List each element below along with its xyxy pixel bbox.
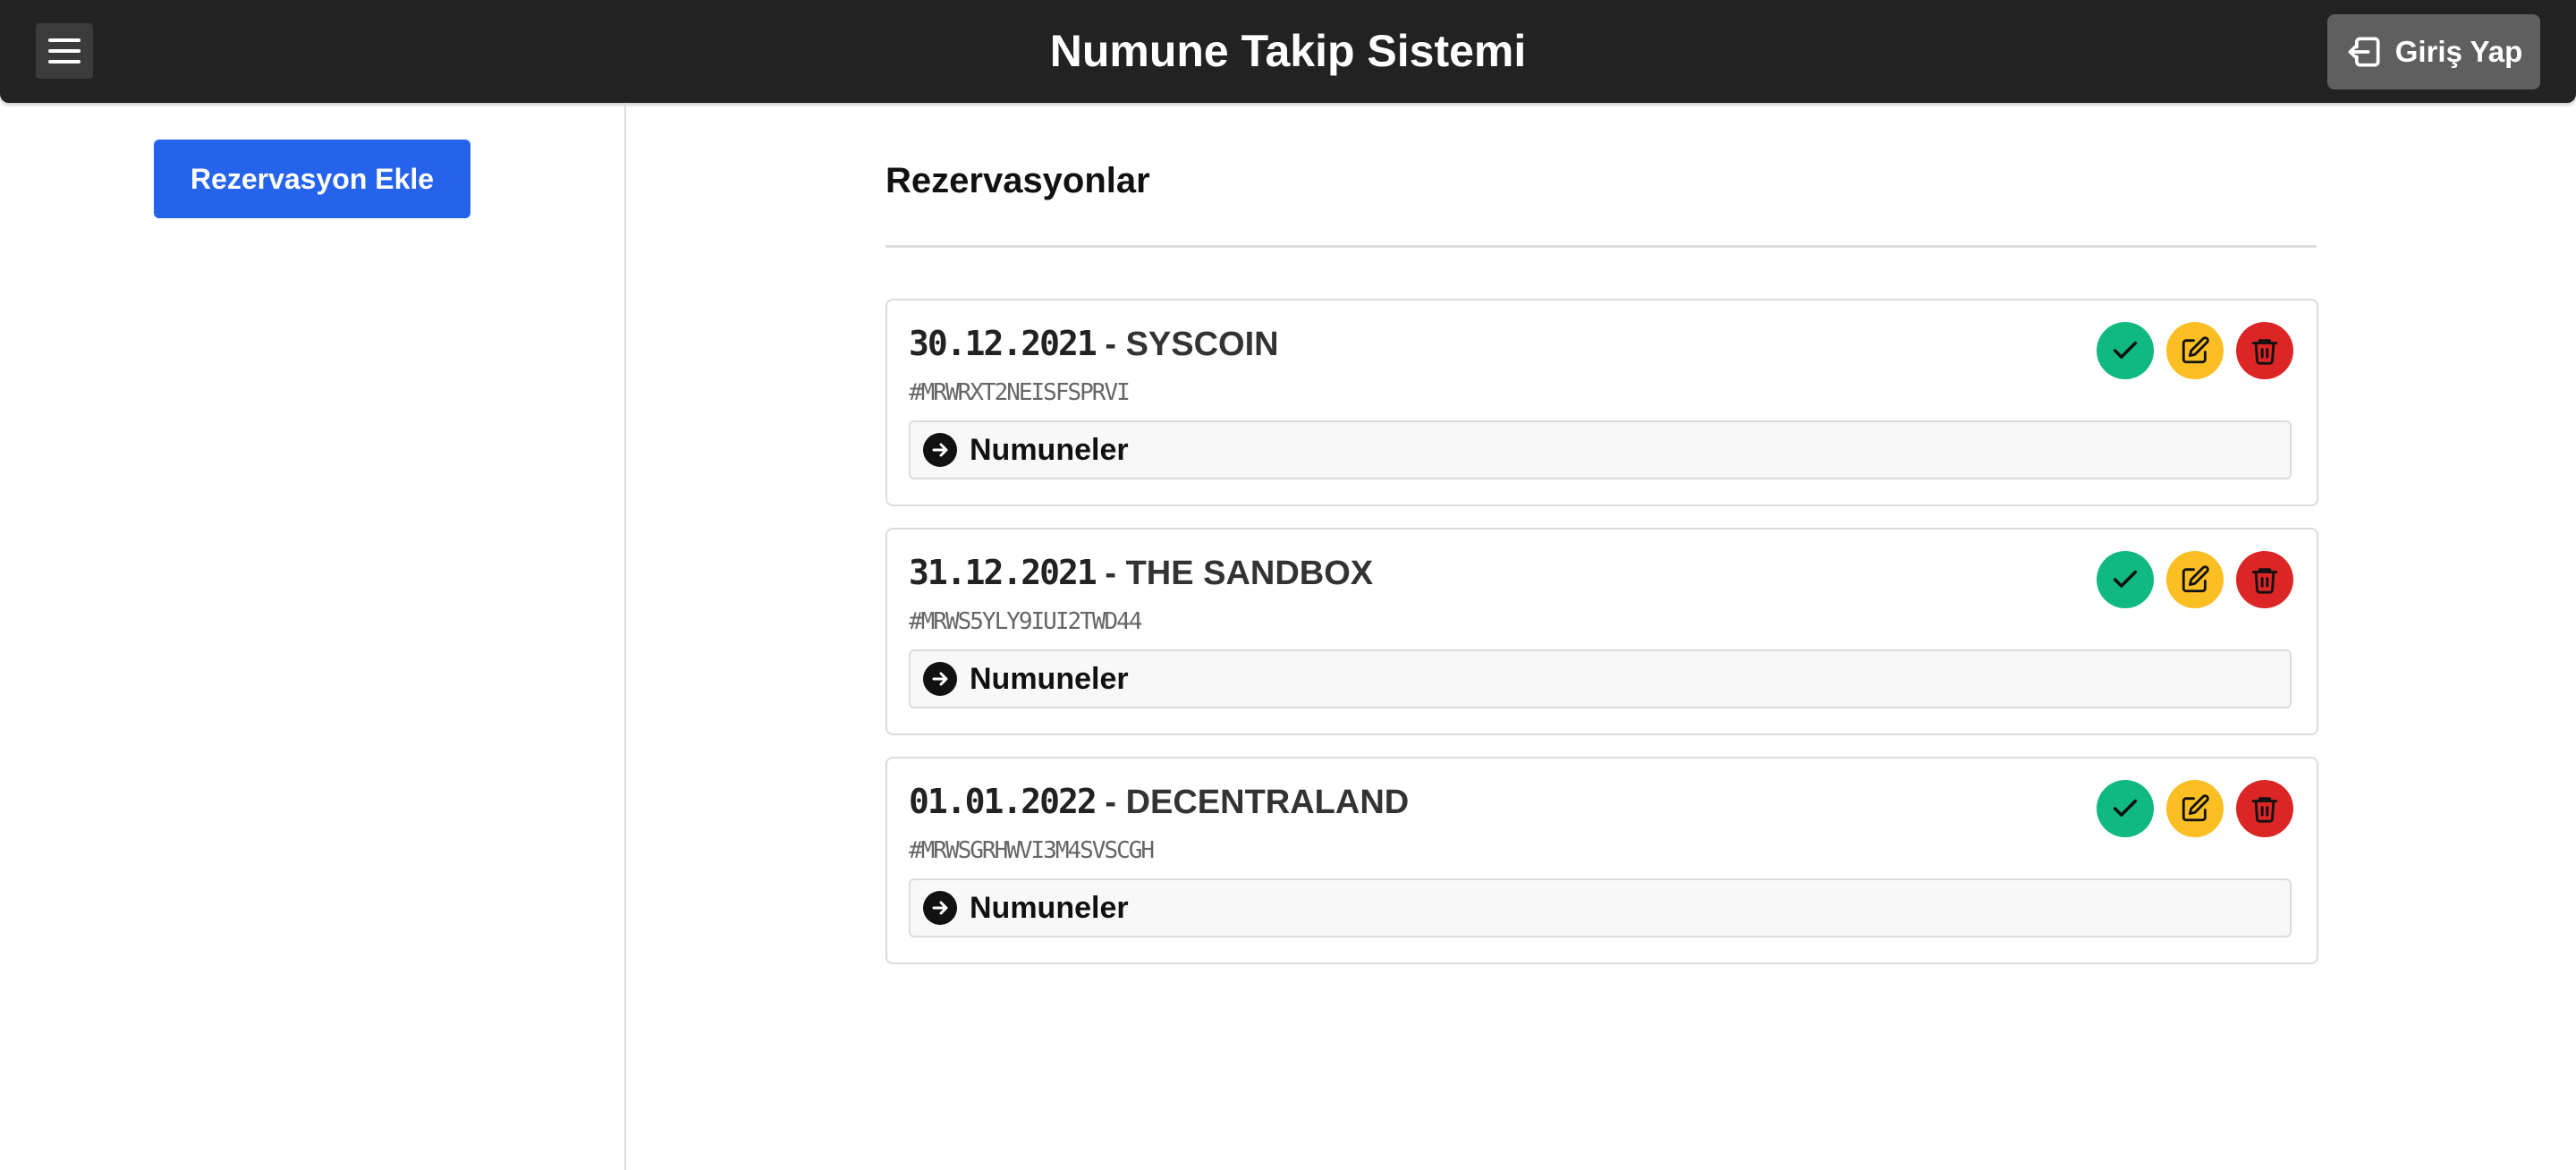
samples-label: Numuneler [970, 432, 1129, 467]
reservation-name: THE SANDBOX [1125, 555, 1374, 592]
reservation-date: 01.01.2022 [909, 782, 1097, 821]
edit-icon [2182, 336, 2209, 364]
samples-label: Numuneler [970, 661, 1129, 696]
reservation-card: 30.12.2021 - SYSCOIN #MRWRXT2NEISFSPRVI … [886, 299, 2318, 506]
reservation-card: 01.01.2022 - DECENTRALAND #MRWSGRHWVI3M4… [886, 757, 2318, 964]
approve-button[interactable] [2097, 322, 2154, 379]
login-button[interactable]: Giriş Yap [2327, 14, 2540, 89]
arrow-right-circle-icon [923, 662, 957, 696]
card-actions [2097, 551, 2293, 608]
reservation-code: #MRWS5YLY9IUI2TWD44 [909, 608, 1142, 635]
approve-button[interactable] [2097, 551, 2154, 608]
check-icon [2113, 341, 2138, 359]
title-separator: - [1095, 784, 1126, 821]
title-separator: - [1095, 555, 1126, 592]
arrow-right-circle-icon [923, 433, 957, 467]
trash-icon [2251, 568, 2278, 594]
edit-button[interactable] [2166, 780, 2224, 837]
reservation-date: 31.12.2021 [909, 553, 1097, 592]
delete-button[interactable] [2236, 780, 2293, 837]
edit-icon [2182, 794, 2209, 822]
reservation-title: 30.12.2021 - SYSCOIN [909, 324, 1279, 364]
edit-button[interactable] [2166, 551, 2224, 608]
reservation-name: SYSCOIN [1125, 326, 1279, 363]
reservation-title: 01.01.2022 - DECENTRALAND [909, 782, 1409, 822]
sidebar: Rezervasyon Ekle [0, 103, 626, 1170]
divider [886, 245, 2317, 248]
trash-icon [2251, 339, 2278, 365]
reservation-date: 30.12.2021 [909, 324, 1097, 363]
sign-in-icon [2348, 37, 2380, 67]
check-icon [2113, 799, 2138, 817]
reservation-code: #MRWSGRHWVI3M4SVSCGH [909, 837, 1155, 864]
edit-icon [2182, 565, 2209, 593]
samples-toggle[interactable]: Numuneler [909, 878, 2292, 937]
check-icon [2113, 570, 2138, 588]
app-title: Numune Takip Sistemi [1049, 26, 1527, 76]
card-actions [2097, 322, 2293, 379]
delete-button[interactable] [2236, 322, 2293, 379]
trash-icon [2251, 797, 2278, 823]
reservation-title: 31.12.2021 - THE SANDBOX [909, 553, 1373, 593]
samples-label: Numuneler [970, 890, 1129, 925]
title-separator: - [1095, 326, 1126, 363]
login-label: Giriş Yap [2394, 35, 2523, 68]
add-reservation-button[interactable]: Rezervasyon Ekle [154, 140, 470, 218]
reservation-card: 31.12.2021 - THE SANDBOX #MRWS5YLY9IUI2T… [886, 528, 2318, 735]
reservation-name: DECENTRALAND [1125, 784, 1410, 821]
approve-button[interactable] [2097, 780, 2154, 837]
samples-toggle[interactable]: Numuneler [909, 420, 2292, 479]
card-actions [2097, 780, 2293, 837]
top-navbar: Numune Takip Sistemi Giriş Yap [0, 0, 2576, 103]
arrow-right-circle-icon [923, 891, 957, 925]
samples-toggle[interactable]: Numuneler [909, 649, 2292, 708]
reservation-code: #MRWRXT2NEISFSPRVI [909, 379, 1131, 406]
edit-button[interactable] [2166, 322, 2224, 379]
page-title: Rezervasyonlar [886, 161, 1150, 200]
delete-button[interactable] [2236, 551, 2293, 608]
